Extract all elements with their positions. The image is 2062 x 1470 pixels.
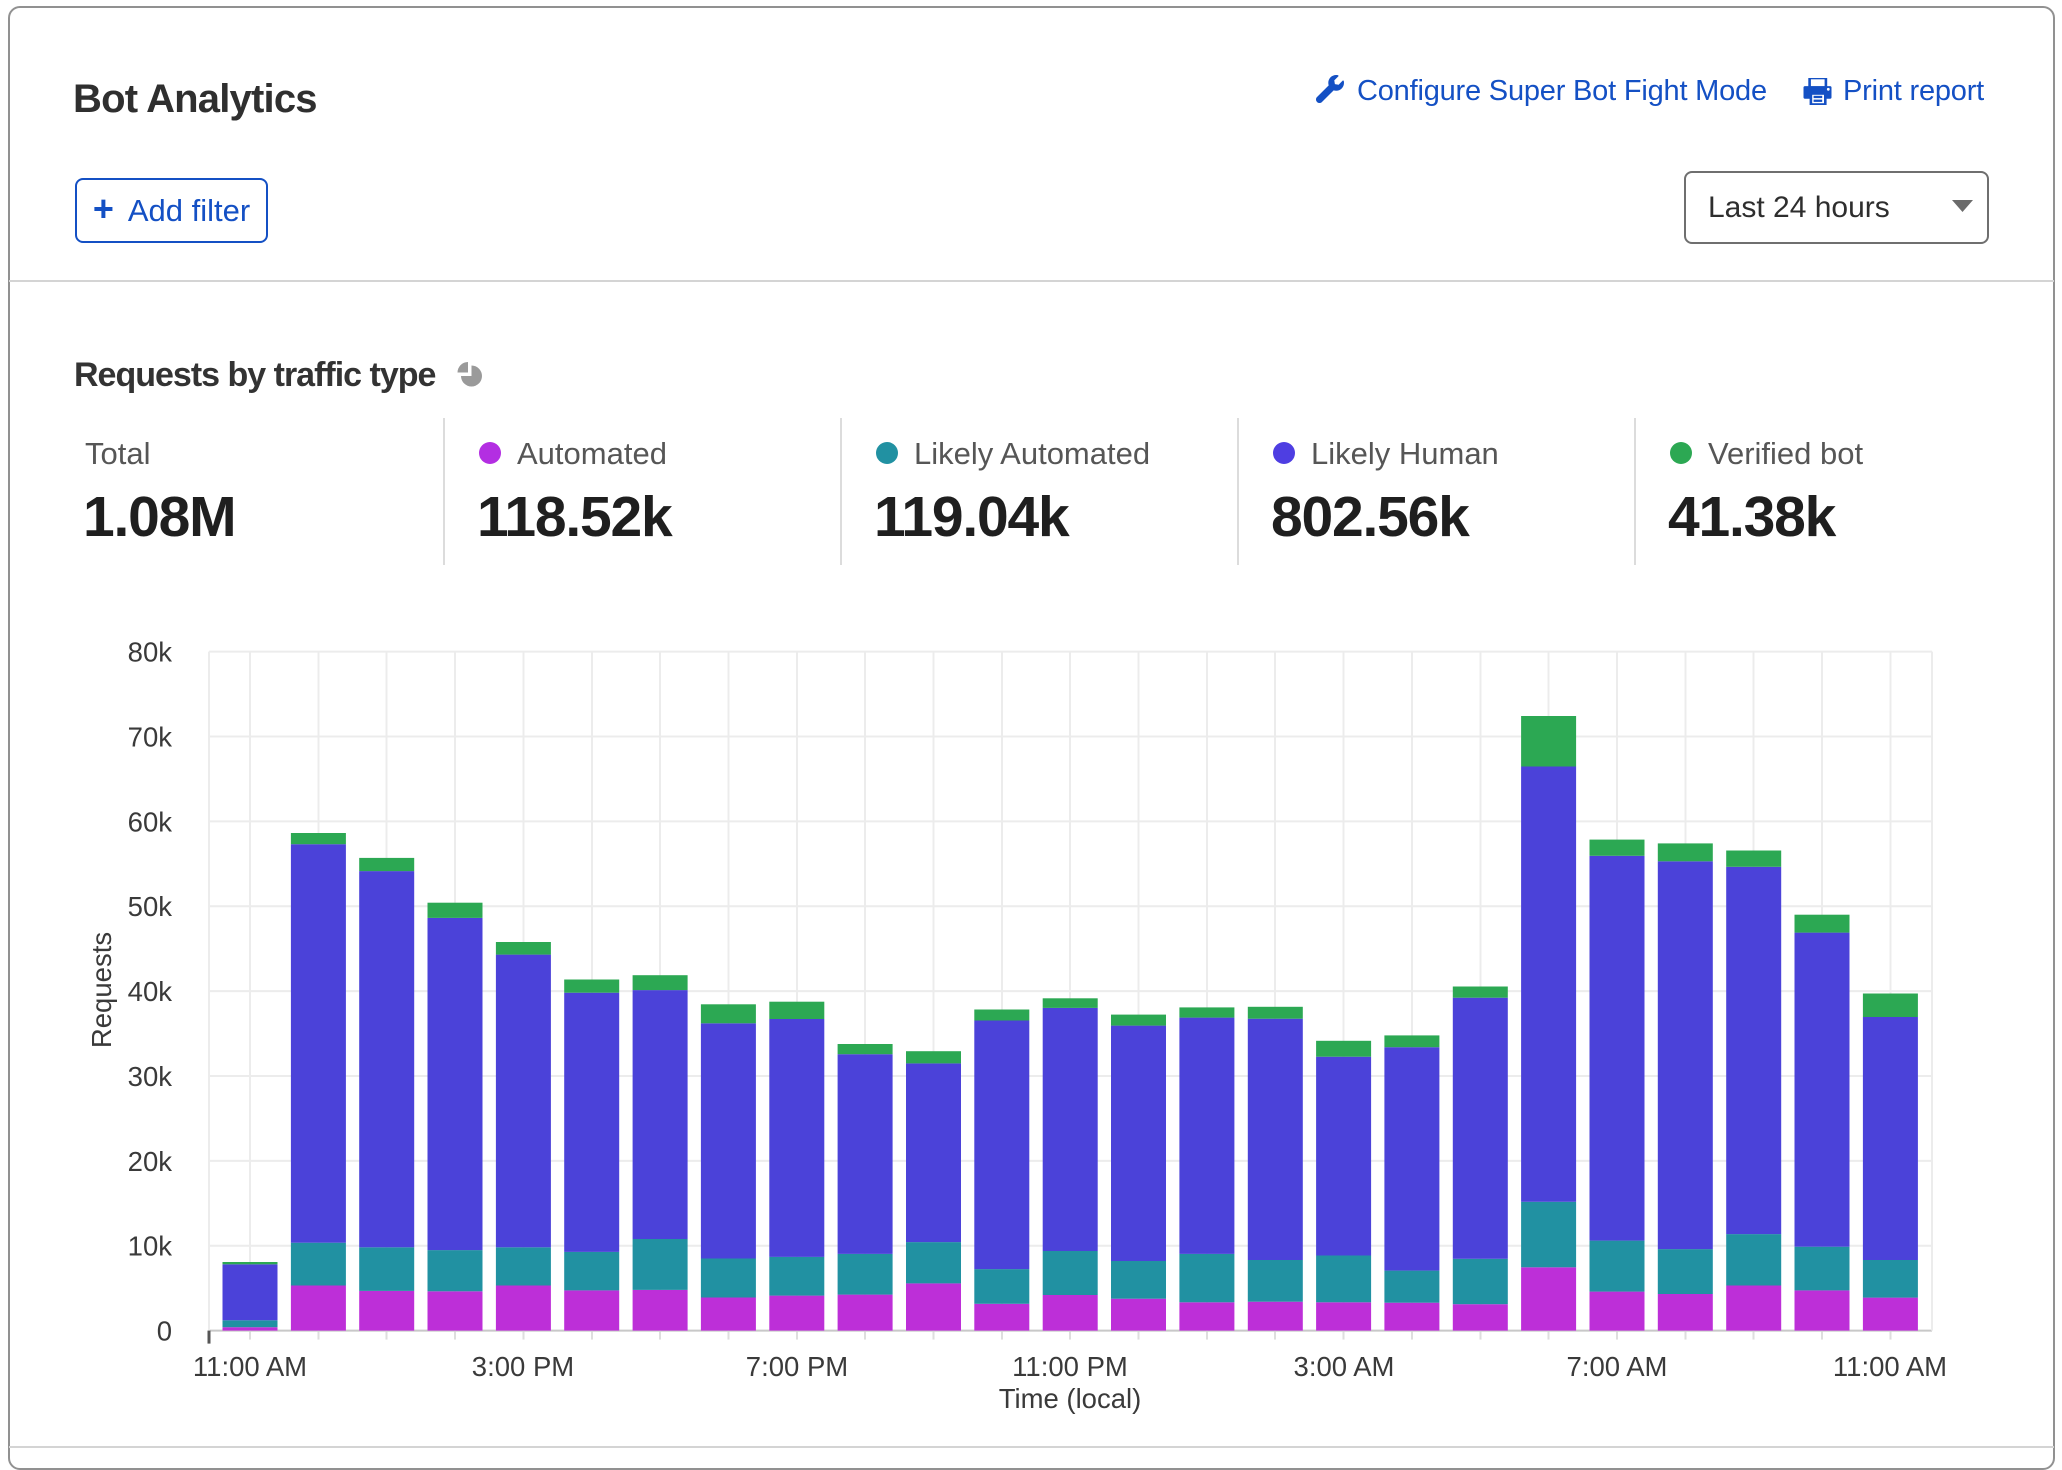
svg-text:80k: 80k <box>128 637 173 668</box>
svg-text:10k: 10k <box>128 1231 173 1262</box>
svg-text:30k: 30k <box>128 1061 173 1092</box>
svg-text:3:00 PM: 3:00 PM <box>472 1351 574 1382</box>
svg-text:7:00 PM: 7:00 PM <box>746 1351 848 1382</box>
svg-text:Requests: Requests <box>86 932 117 1048</box>
svg-text:11:00 AM: 11:00 AM <box>1833 1351 1947 1382</box>
svg-text:11:00 AM: 11:00 AM <box>193 1351 307 1382</box>
svg-text:50k: 50k <box>128 891 173 922</box>
svg-text:40k: 40k <box>128 976 173 1007</box>
svg-text:0: 0 <box>157 1316 172 1347</box>
svg-text:11:00 PM: 11:00 PM <box>1012 1351 1128 1382</box>
svg-text:70k: 70k <box>128 721 173 752</box>
svg-text:7:00 AM: 7:00 AM <box>1567 1351 1668 1382</box>
svg-text:60k: 60k <box>128 806 173 837</box>
svg-text:Time (local): Time (local) <box>999 1383 1142 1414</box>
svg-text:3:00 AM: 3:00 AM <box>1294 1351 1395 1382</box>
svg-text:20k: 20k <box>128 1146 173 1177</box>
